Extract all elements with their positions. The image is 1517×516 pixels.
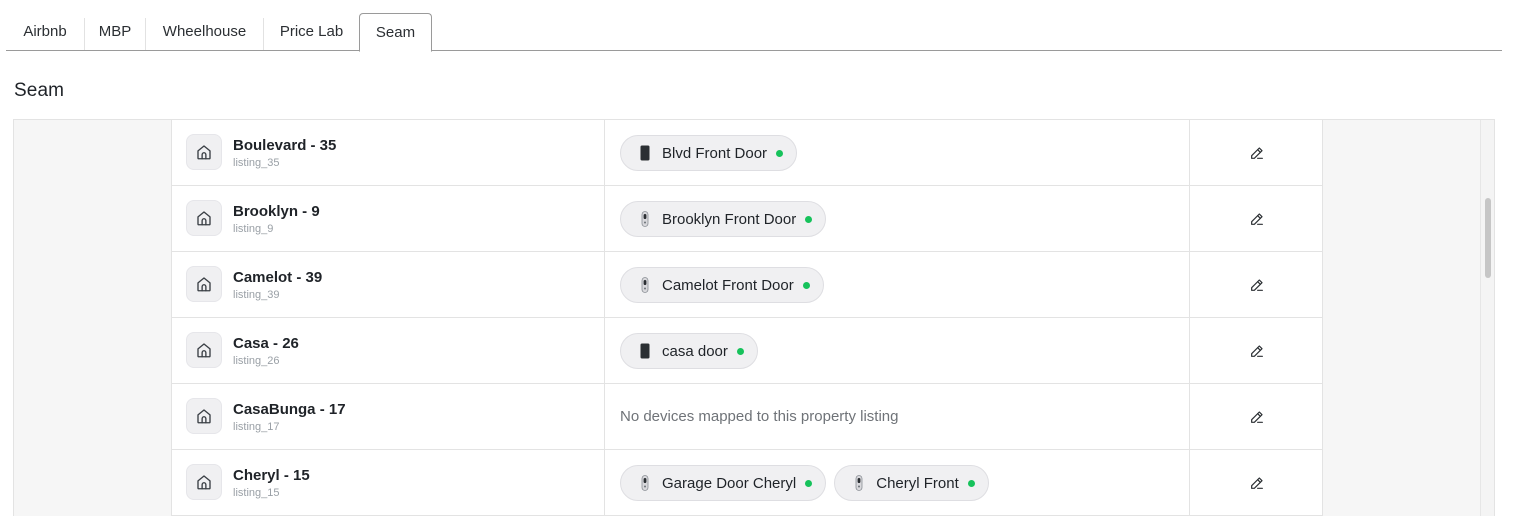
property-cell: Boulevard - 35 listing_35 bbox=[172, 120, 605, 185]
device-chip[interactable]: casa door bbox=[620, 333, 758, 369]
property-cell: Cheryl - 15 listing_15 bbox=[172, 450, 605, 515]
actions-cell bbox=[1190, 318, 1324, 383]
table-row: Camelot - 39 listing_39 Camelot Front Do… bbox=[172, 252, 1322, 318]
status-dot bbox=[967, 479, 975, 487]
device-chip[interactable]: Cheryl Front bbox=[834, 465, 989, 501]
tab-mbp[interactable]: MBP bbox=[85, 18, 146, 50]
property-name: Boulevard - 35 bbox=[233, 137, 337, 154]
smart-lock-icon bbox=[637, 475, 653, 491]
property-cell: Camelot - 39 listing_39 bbox=[172, 252, 605, 317]
listing-id: listing_39 bbox=[233, 289, 280, 301]
property-cell: CasaBunga - 17 listing_17 bbox=[172, 384, 605, 449]
keypad-lock-icon bbox=[637, 343, 653, 359]
devices-cell: Blvd Front Door bbox=[605, 120, 1190, 185]
listing-id: listing_26 bbox=[233, 355, 280, 367]
status-dot bbox=[802, 281, 810, 289]
device-label: Camelot Front Door bbox=[662, 276, 794, 294]
home-icon bbox=[186, 464, 222, 500]
actions-cell bbox=[1190, 186, 1324, 251]
scrollbar[interactable] bbox=[1480, 120, 1494, 516]
device-label: Garage Door Cheryl bbox=[662, 474, 797, 492]
device-chip[interactable]: Camelot Front Door bbox=[620, 267, 824, 303]
edit-icon[interactable] bbox=[1248, 342, 1266, 360]
device-chip[interactable]: Blvd Front Door bbox=[620, 135, 798, 171]
home-icon bbox=[186, 134, 222, 170]
device-label: casa door bbox=[662, 342, 728, 360]
edit-icon[interactable] bbox=[1248, 210, 1266, 228]
device-label: Cheryl Front bbox=[876, 474, 959, 492]
devices-cell: Garage Door Cheryl Cheryl Front bbox=[605, 450, 1190, 515]
status-dot bbox=[805, 215, 813, 223]
table-row: Brooklyn - 9 listing_9 Brooklyn Front Do… bbox=[172, 186, 1322, 252]
actions-cell bbox=[1190, 450, 1324, 515]
status-dot bbox=[805, 479, 813, 487]
listing-id: listing_9 bbox=[233, 223, 274, 235]
table-row: Cheryl - 15 listing_15 Garage Door Chery… bbox=[172, 450, 1322, 516]
edit-icon[interactable] bbox=[1248, 144, 1266, 162]
actions-cell bbox=[1190, 384, 1324, 449]
table-row: CasaBunga - 17 listing_17 No devices map… bbox=[172, 384, 1322, 450]
smart-lock-icon bbox=[637, 211, 653, 227]
property-cell: Casa - 26 listing_26 bbox=[172, 318, 605, 383]
tab-airbnb[interactable]: Airbnb bbox=[6, 18, 85, 50]
property-cell: Brooklyn - 9 listing_9 bbox=[172, 186, 605, 251]
devices-cell: Brooklyn Front Door bbox=[605, 186, 1190, 251]
actions-cell bbox=[1190, 252, 1324, 317]
device-chip-list: Brooklyn Front Door bbox=[620, 201, 827, 237]
property-name: Casa - 26 bbox=[233, 335, 299, 352]
listing-id: listing_17 bbox=[233, 421, 280, 433]
smart-lock-icon bbox=[851, 475, 867, 491]
tab-bar: Airbnb MBP Wheelhouse Price Lab Seam bbox=[6, 12, 1502, 52]
edit-icon[interactable] bbox=[1248, 474, 1266, 492]
home-icon bbox=[186, 266, 222, 302]
devices-cell: casa door bbox=[605, 318, 1190, 383]
status-dot bbox=[736, 347, 744, 355]
device-chip-list: Camelot Front Door bbox=[620, 267, 824, 303]
scrollbar-thumb[interactable] bbox=[1485, 198, 1491, 278]
home-icon bbox=[186, 200, 222, 236]
device-label: Blvd Front Door bbox=[662, 144, 768, 162]
table-row: Boulevard - 35 listing_35 Blvd Front Doo… bbox=[172, 120, 1322, 186]
tab-wheelhouse[interactable]: Wheelhouse bbox=[146, 18, 264, 50]
edit-icon[interactable] bbox=[1248, 408, 1266, 426]
keypad-lock-icon bbox=[637, 145, 653, 161]
home-icon bbox=[186, 398, 222, 434]
smart-lock-icon bbox=[637, 277, 653, 293]
listing-id: listing_15 bbox=[233, 487, 280, 499]
empty-devices-message: No devices mapped to this property listi… bbox=[620, 408, 899, 425]
actions-cell bbox=[1190, 120, 1324, 185]
property-name: CasaBunga - 17 bbox=[233, 401, 346, 418]
property-name: Brooklyn - 9 bbox=[233, 203, 320, 220]
device-chip[interactable]: Brooklyn Front Door bbox=[620, 201, 827, 237]
devices-cell: Camelot Front Door bbox=[605, 252, 1190, 317]
device-chip-list: Blvd Front Door bbox=[620, 135, 798, 171]
tab-price-lab[interactable]: Price Lab bbox=[264, 18, 359, 50]
listings-table: Boulevard - 35 listing_35 Blvd Front Doo… bbox=[171, 120, 1323, 516]
property-name: Cheryl - 15 bbox=[233, 467, 310, 484]
device-chip-list: casa door bbox=[620, 333, 758, 369]
status-dot bbox=[776, 149, 784, 157]
section-title: Seam bbox=[14, 80, 65, 101]
listings-panel: Boulevard - 35 listing_35 Blvd Front Doo… bbox=[13, 119, 1495, 516]
devices-cell: No devices mapped to this property listi… bbox=[605, 384, 1190, 449]
home-icon bbox=[186, 332, 222, 368]
device-chip-list: Garage Door Cheryl Cheryl Front bbox=[620, 465, 989, 501]
edit-icon[interactable] bbox=[1248, 276, 1266, 294]
table-row: Casa - 26 listing_26 casa door bbox=[172, 318, 1322, 384]
property-name: Camelot - 39 bbox=[233, 269, 323, 286]
device-chip[interactable]: Garage Door Cheryl bbox=[620, 465, 827, 501]
device-label: Brooklyn Front Door bbox=[662, 210, 797, 228]
tab-seam[interactable]: Seam bbox=[359, 13, 432, 52]
listing-id: listing_35 bbox=[233, 157, 280, 169]
